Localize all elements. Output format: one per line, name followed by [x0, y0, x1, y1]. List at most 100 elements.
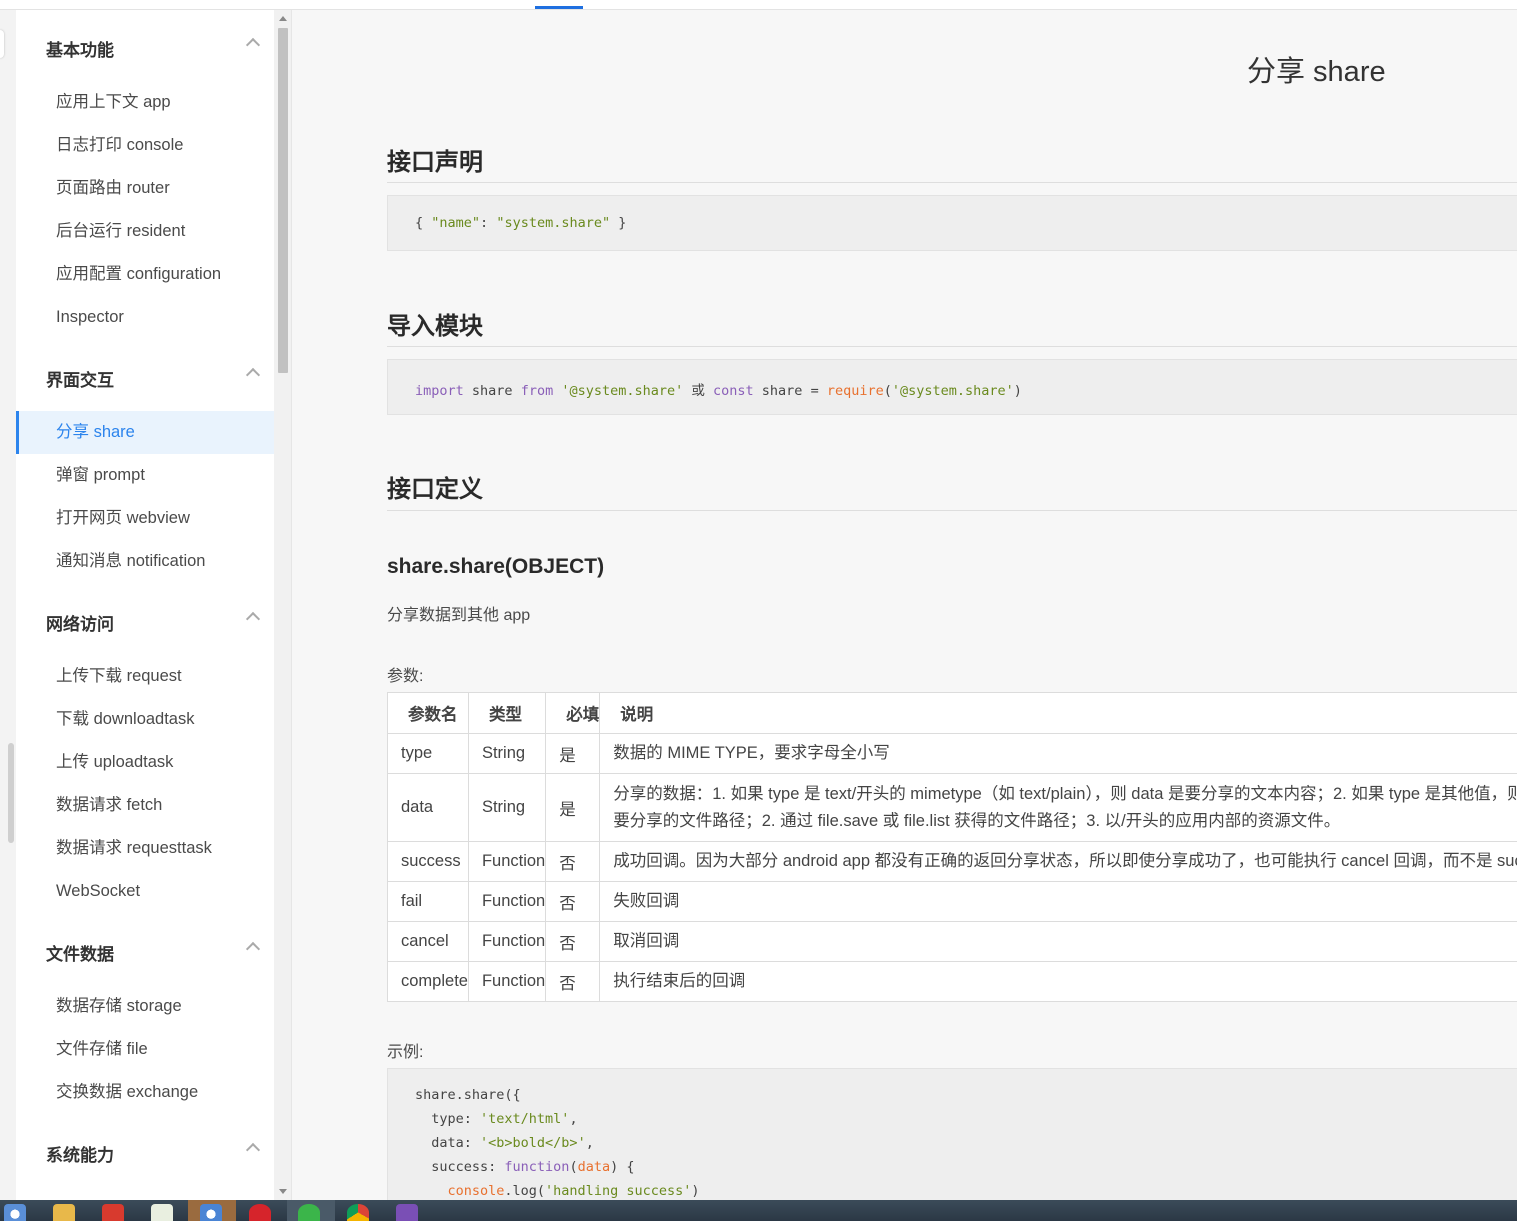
sidebar-item-prompt[interactable]: 弹窗 prompt: [16, 454, 274, 497]
param-name-cell: cancel: [387, 921, 469, 962]
section-heading-import: 导入模块: [387, 313, 483, 340]
left-edge-panel: [0, 10, 16, 1200]
param-name-cell: type: [387, 733, 469, 774]
chevron-up-icon[interactable]: [245, 37, 261, 53]
folder-icon[interactable]: [53, 1204, 75, 1221]
chrome-icon[interactable]: [4, 1204, 26, 1221]
table-header-cell: 参数名: [387, 692, 469, 734]
code-line: share.share({: [415, 1087, 521, 1103]
edge-tab[interactable]: [0, 30, 4, 58]
nav-group-label: 基本功能: [46, 41, 114, 60]
code-block-import: import share from '@system.share' 或 cons…: [387, 359, 1517, 415]
code-block-declaration: { "name": "system.share" }: [387, 195, 1517, 251]
param-desc-cell: 失败回调: [599, 881, 1517, 922]
param-desc-cell: 取消回调: [599, 921, 1517, 962]
sidebar-item-webview[interactable]: 打开网页 webview: [16, 497, 274, 540]
main-content: 分享 share 接口声明 { "name": "system.share" }…: [292, 10, 1517, 1200]
table-row: complete Function 否 执行结束后的回调: [387, 961, 1517, 1002]
param-required-cell: 否: [545, 841, 601, 882]
param-desc-cell: 成功回调。因为大部分 android app 都没有正确的返回分享状态，所以即使…: [599, 841, 1517, 882]
param-required-cell: 是: [545, 773, 601, 842]
sidebar-item-app[interactable]: 应用上下文 app: [16, 81, 274, 124]
section-divider: [387, 510, 1517, 511]
table-row: type String 是 数据的 MIME TYPE，要求字母全小写: [387, 733, 1517, 774]
nav-group-data[interactable]: 文件数据: [46, 940, 261, 964]
table-row: fail Function 否 失败回调: [387, 881, 1517, 922]
sogou-icon[interactable]: [200, 1204, 222, 1221]
chrome-browser-icon[interactable]: [347, 1204, 369, 1221]
chevron-up-icon[interactable]: [245, 611, 261, 627]
sidebar-item-request[interactable]: 上传下载 request: [16, 655, 274, 698]
table-header-cell: 说明: [599, 692, 1517, 734]
scroll-up-arrow-icon[interactable]: [279, 16, 287, 21]
wechat-icon[interactable]: [298, 1204, 320, 1221]
sidebar-item-fetch[interactable]: 数据请求 fetch: [16, 784, 274, 827]
page-title: 分享 share: [1247, 56, 1386, 88]
sidebar-item-resident[interactable]: 后台运行 resident: [16, 210, 274, 253]
param-type-cell: String: [467, 773, 547, 842]
sidebar-item-downloadtask[interactable]: 下载 downloadtask: [16, 698, 274, 741]
code-line: type: 'text/html',: [415, 1111, 578, 1127]
sidebar-item-exchange[interactable]: 交换数据 exchange: [16, 1071, 274, 1114]
nav-group-label: 网络访问: [46, 615, 114, 634]
scroll-down-arrow-icon[interactable]: [279, 1189, 287, 1194]
code-block-example: share.share({ type: 'text/html', data: '…: [387, 1068, 1517, 1200]
params-label: 参数:: [387, 668, 424, 685]
example-label: 示例:: [387, 1044, 424, 1061]
pencil-tool-icon[interactable]: [396, 1204, 418, 1221]
nav-group-basic[interactable]: 基本功能: [46, 36, 261, 60]
nav-group-label: 系统能力: [46, 1146, 114, 1165]
table-row: data String 是 分享的数据：1. 如果 type 是 text/开头…: [387, 773, 1517, 842]
nav-group-label: 界面交互: [46, 371, 114, 390]
chevron-up-icon[interactable]: [245, 941, 261, 957]
method-description: 分享数据到其他 app: [387, 607, 531, 624]
table-row: success Function 否 成功回调。因为大部分 android ap…: [387, 841, 1517, 882]
sidebar-item-uploadtask[interactable]: 上传 uploadtask: [16, 741, 274, 784]
sidebar-item-router[interactable]: 页面路由 router: [16, 167, 274, 210]
param-type-cell: String: [467, 733, 547, 774]
sidebar-item-websocket[interactable]: WebSocket: [16, 870, 274, 913]
param-desc-cell: 分享的数据：1. 如果 type 是 text/开头的 mimetype（如 t…: [599, 773, 1517, 842]
param-desc-cell: 执行结束后的回调: [599, 961, 1517, 1002]
section-heading-definition: 接口定义: [387, 476, 483, 503]
code-line: success: function(data) {: [415, 1159, 635, 1175]
param-type-cell: Function: [467, 841, 547, 882]
nav-group-network[interactable]: 网络访问: [46, 610, 261, 634]
param-type-cell: Function: [467, 961, 547, 1002]
sidebar-item-storage[interactable]: 数据存储 storage: [16, 985, 274, 1028]
code-line: { "name": "system.share" }: [415, 215, 627, 231]
param-type-cell: Function: [467, 881, 547, 922]
param-required-cell: 否: [545, 961, 601, 1002]
sidebar-item-inspector[interactable]: Inspector: [16, 296, 274, 339]
param-name-cell: success: [387, 841, 469, 882]
table-header-row: 参数名 类型 必填 说明: [387, 692, 1517, 734]
code-line: import share from '@system.share' 或 cons…: [415, 383, 1022, 399]
scrollbar-thumb[interactable]: [278, 28, 288, 373]
param-required-cell: 否: [545, 921, 601, 962]
section-heading-declaration: 接口声明: [387, 149, 483, 176]
sidebar-item-console[interactable]: 日志打印 console: [16, 124, 274, 167]
resize-handle[interactable]: [8, 743, 14, 843]
sidebar-item-share[interactable]: 分享 share: [16, 411, 274, 454]
table-header-cell: 必填: [545, 692, 601, 734]
os-taskbar: [0, 1200, 1517, 1221]
chevron-up-icon[interactable]: [245, 367, 261, 383]
param-required-cell: 是: [545, 733, 601, 774]
sidebar-scrollbar[interactable]: [274, 10, 291, 1200]
sidebar-item-requesttask[interactable]: 数据请求 requesttask: [16, 827, 274, 870]
param-name-cell: complete: [387, 961, 469, 1002]
param-type-cell: Function: [467, 921, 547, 962]
notepad-icon[interactable]: [151, 1204, 173, 1221]
chevron-up-icon[interactable]: [245, 1142, 261, 1158]
sidebar-item-file[interactable]: 文件存储 file: [16, 1028, 274, 1071]
wps-icon[interactable]: [102, 1204, 124, 1221]
sidebar-item-notification[interactable]: 通知消息 notification: [16, 540, 274, 583]
method-title: share.share(OBJECT): [387, 555, 605, 578]
nav-group-system[interactable]: 系统能力: [46, 1141, 261, 1165]
nav-group-ui[interactable]: 界面交互: [46, 366, 261, 390]
param-desc-cell: 数据的 MIME TYPE，要求字母全小写: [599, 733, 1517, 774]
param-name-cell: fail: [387, 881, 469, 922]
sidebar-item-configuration[interactable]: 应用配置 configuration: [16, 253, 274, 296]
top-tab-strip: [0, 0, 1517, 10]
netease-music-icon[interactable]: [249, 1204, 271, 1221]
